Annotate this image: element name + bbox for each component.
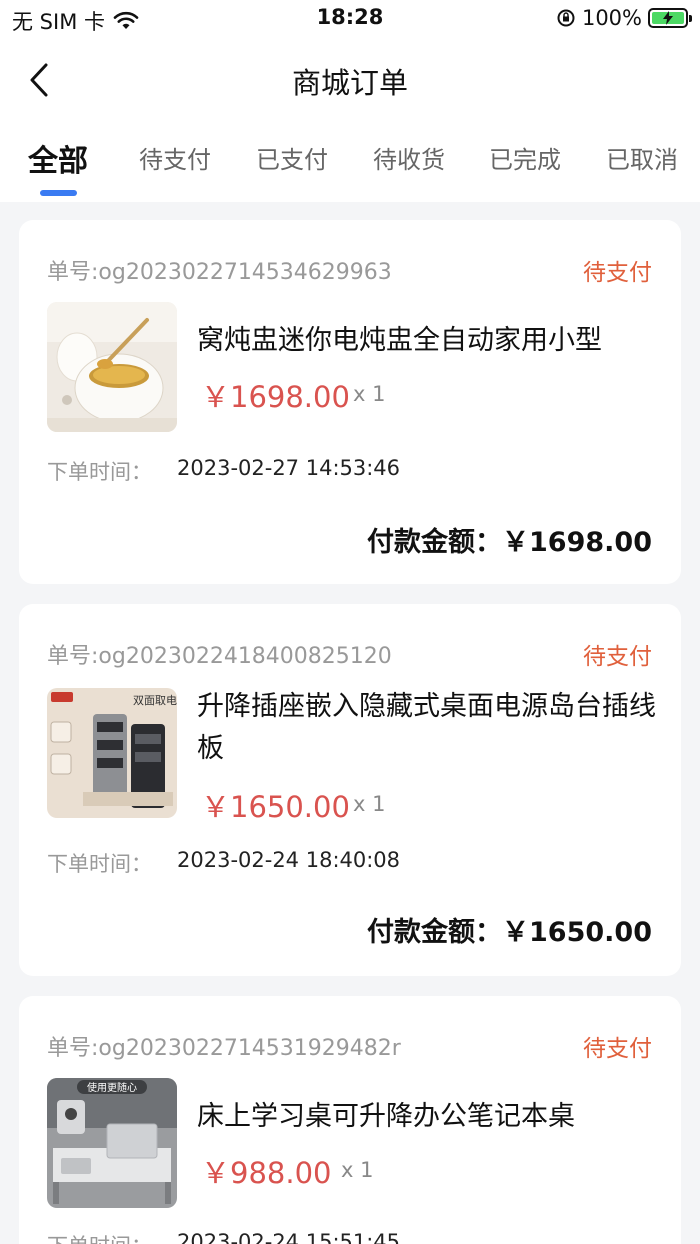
order-status: 待支付 xyxy=(583,1036,652,1062)
product-price: ￥1650.00 xyxy=(201,790,350,824)
product-name: 床上学习桌可升降办公笔记本桌 xyxy=(197,1101,575,1132)
rotation-lock-icon xyxy=(557,9,575,27)
order-card[interactable]: 单号:og2023022714531929482r 待支付 使用更随心 床上学习… xyxy=(19,996,681,1244)
order-number: 单号:og2023022714531929482r xyxy=(47,1036,401,1061)
order-tabs: 全部 待支付 已支付 待收货 已完成 已取消 xyxy=(0,120,700,202)
active-tab-indicator xyxy=(40,190,77,196)
product-image-caption: 使用更随心 xyxy=(87,1081,137,1094)
product-image-graphic: 使用更随心 xyxy=(47,1078,177,1208)
payment-amount-value: ￥1698.00 xyxy=(502,527,652,558)
payment-amount: 付款金额：￥1650.00 xyxy=(367,910,652,949)
tab-completed[interactable]: 已完成 xyxy=(489,140,561,175)
order-time-label: 下单时间： xyxy=(47,852,152,876)
payment-amount-label: 付款金额： xyxy=(367,917,503,948)
product-image[interactable]: 双面取电 xyxy=(47,688,177,818)
product-image[interactable] xyxy=(47,302,177,432)
product-quantity: x 1 xyxy=(353,382,386,406)
payment-amount: 付款金额：￥1698.00 xyxy=(367,520,652,559)
tab-paid[interactable]: 已支付 xyxy=(256,140,328,175)
nav-bar: 商城订单 xyxy=(0,40,700,120)
payment-amount-label: 付款金额： xyxy=(367,527,503,558)
product-price: ￥988.00 xyxy=(201,1156,332,1190)
battery-icon xyxy=(648,8,692,28)
order-time-label: 下单时间： xyxy=(47,460,152,484)
order-card[interactable]: 单号:og2023022418400825120 待支付 双面取电 升降插座嵌入… xyxy=(19,604,681,976)
payment-amount-value: ￥1650.00 xyxy=(502,917,652,948)
order-time-label: 下单时间： xyxy=(47,1230,152,1244)
status-right: 100% xyxy=(556,6,692,30)
product-quantity: x 1 xyxy=(341,1158,374,1182)
tab-cancelled[interactable]: 已取消 xyxy=(606,140,678,175)
tab-all[interactable]: 全部 xyxy=(28,136,88,180)
order-card[interactable]: 单号:og2023022714534629963 待支付 窝炖盅迷你电炖盅全自动… xyxy=(19,220,681,584)
order-status: 待支付 xyxy=(583,644,652,670)
product-image-graphic: 双面取电 xyxy=(47,688,177,818)
order-status: 待支付 xyxy=(583,260,652,286)
order-number: 单号:og2023022418400825120 xyxy=(47,644,392,669)
tab-pending-payment[interactable]: 待支付 xyxy=(139,140,211,175)
product-name: 升降插座嵌入隐藏式桌面电源岛台插线板 xyxy=(197,691,656,764)
product-image-caption: 双面取电 xyxy=(133,694,177,707)
status-bar: 无 SIM 卡 18:28 100% xyxy=(0,0,700,40)
order-time-value: 2023-02-24 18:40:08 xyxy=(177,848,401,872)
battery-percent: 100% xyxy=(581,6,642,30)
order-number: 单号:og2023022714534629963 xyxy=(47,260,392,285)
product-name: 窝炖盅迷你电炖盅全自动家用小型 xyxy=(197,325,602,356)
product-price: ￥1698.00 xyxy=(201,380,350,414)
page-title: 商城订单 xyxy=(291,66,408,100)
product-quantity: x 1 xyxy=(353,792,386,816)
product-image[interactable]: 使用更随心 xyxy=(47,1078,177,1208)
order-time-value: 2023-02-24 15:51:45 xyxy=(177,1230,401,1244)
order-time-value: 2023-02-27 14:53:46 xyxy=(177,456,401,480)
tab-pending-receipt[interactable]: 待收货 xyxy=(373,140,445,175)
